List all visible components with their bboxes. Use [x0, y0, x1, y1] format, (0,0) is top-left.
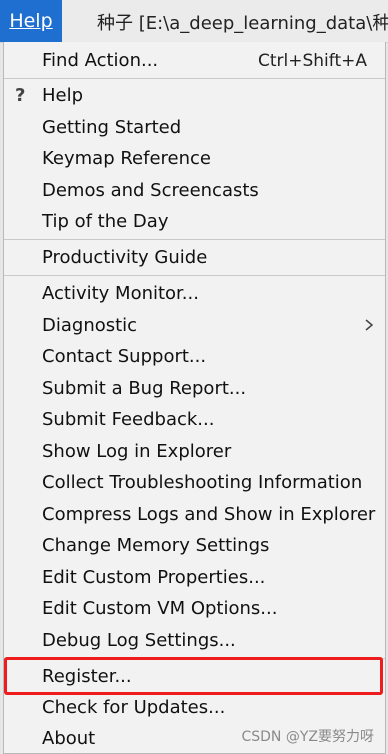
menu-item-compress-logs[interactable]: Compress Logs and Show in Explorer	[4, 499, 385, 530]
menu-item-label: Submit a Bug Report...	[42, 378, 247, 399]
menu-item-label: Edit Custom Properties...	[42, 567, 266, 588]
menu-item-label: Find Action...	[42, 50, 159, 71]
menu-item-keymap-reference[interactable]: Keymap Reference	[4, 143, 385, 174]
menu-item-debug-log-settings[interactable]: Debug Log Settings...	[4, 625, 385, 656]
menu-item-tip-of-the-day[interactable]: Tip of the Day	[4, 206, 385, 237]
menu-item-collect-troubleshooting-information[interactable]: Collect Troubleshooting Information	[4, 467, 385, 498]
menu-separator	[4, 78, 385, 79]
menu-item-label: Help	[42, 85, 84, 106]
menu-item-find-action[interactable]: Find Action... Ctrl+Shift+A	[4, 45, 385, 76]
menu-item-label: Productivity Guide	[42, 247, 208, 268]
menubar-help-label: Help	[9, 10, 53, 32]
menu-item-label: Contact Support...	[42, 346, 207, 367]
menu-separator	[4, 275, 385, 276]
menu-item-label: Submit Feedback...	[42, 409, 215, 430]
menu-separator	[4, 239, 385, 240]
menu-item-label: Compress Logs and Show in Explorer	[42, 504, 376, 525]
menu-item-label: Collect Troubleshooting Information	[42, 472, 363, 493]
menu-item-label: Demos and Screencasts	[42, 180, 259, 201]
menu-item-label: Check for Updates...	[42, 697, 226, 718]
menu-item-label: Activity Monitor...	[42, 283, 199, 304]
menu-item-label: About	[42, 728, 96, 749]
menu-item-activity-monitor[interactable]: Activity Monitor...	[4, 278, 385, 309]
menu-item-submit-bug-report[interactable]: Submit a Bug Report...	[4, 373, 385, 404]
menu-item-getting-started[interactable]: Getting Started	[4, 112, 385, 143]
menu-item-contact-support[interactable]: Contact Support...	[4, 341, 385, 372]
menu-item-check-for-updates[interactable]: Check for Updates...	[4, 692, 385, 723]
menu-item-edit-custom-properties[interactable]: Edit Custom Properties...	[4, 562, 385, 593]
help-dropdown-menu: Find Action... Ctrl+Shift+A ? Help Getti…	[3, 42, 386, 754]
window-title: 种子 [E:\a_deep_learning_data\种子	[97, 13, 388, 34]
menu-bar: Help 种子 [E:\a_deep_learning_data\种子	[0, 0, 388, 43]
menu-item-label: Change Memory Settings	[42, 535, 270, 556]
menu-item-demos-and-screencasts[interactable]: Demos and Screencasts	[4, 175, 385, 206]
register-highlight-box	[4, 657, 383, 695]
menu-item-label: Getting Started	[42, 117, 182, 138]
menu-item-label: Edit Custom VM Options...	[42, 598, 278, 619]
menu-item-label: Tip of the Day	[42, 211, 169, 232]
menu-item-label: Diagnostic	[42, 315, 138, 336]
menu-item-shortcut: Ctrl+Shift+A	[257, 50, 367, 71]
menu-item-productivity-guide[interactable]: Productivity Guide	[4, 242, 385, 273]
menu-item-edit-custom-vm-options[interactable]: Edit Custom VM Options...	[4, 593, 385, 624]
menu-item-change-memory-settings[interactable]: Change Memory Settings	[4, 530, 385, 561]
menu-item-label: Show Log in Explorer	[42, 441, 232, 462]
menu-item-submit-feedback[interactable]: Submit Feedback...	[4, 404, 385, 435]
question-icon: ?	[15, 85, 26, 106]
chevron-right-icon	[365, 319, 374, 331]
menu-item-show-log-in-explorer[interactable]: Show Log in Explorer	[4, 436, 385, 467]
menu-item-label: Debug Log Settings...	[42, 630, 236, 651]
menubar-help-menu[interactable]: Help	[0, 0, 62, 42]
menu-item-label: Keymap Reference	[42, 148, 211, 169]
menu-item-diagnostic[interactable]: Diagnostic	[4, 310, 385, 341]
watermark: CSDN @YZ要努力呀	[241, 729, 374, 745]
menu-item-help[interactable]: ? Help	[4, 80, 385, 111]
